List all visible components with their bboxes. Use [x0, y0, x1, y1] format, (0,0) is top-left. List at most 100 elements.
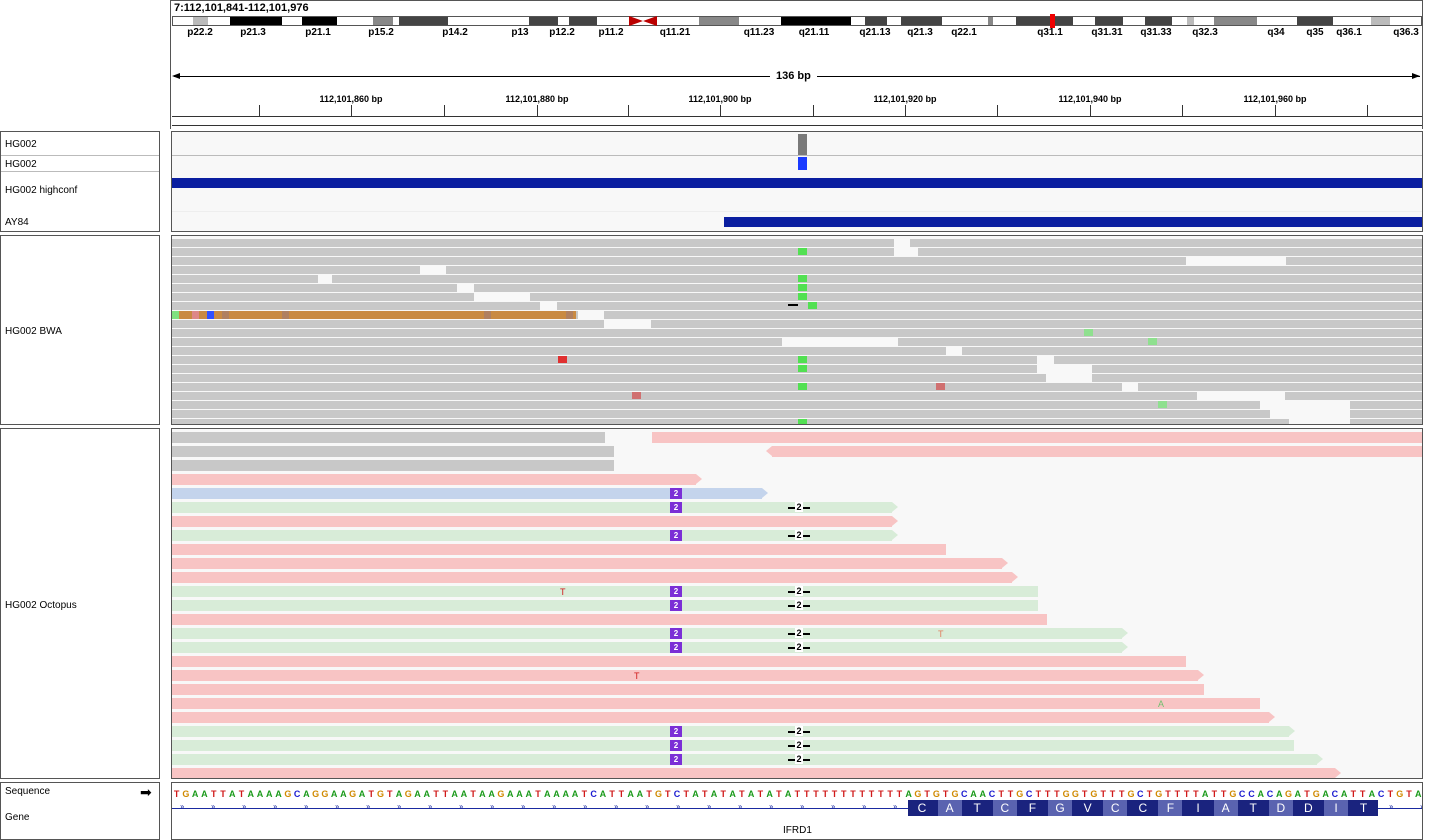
insertion-marker[interactable]: 2	[670, 502, 682, 513]
bwa-read[interactable]	[172, 338, 782, 346]
deletion-marker[interactable]: 2	[788, 754, 810, 765]
octopus-read[interactable]	[172, 600, 1038, 611]
bwa-read[interactable]	[172, 356, 1037, 364]
bwa-read[interactable]	[474, 284, 1422, 292]
mismatch[interactable]	[808, 302, 817, 309]
deletion-marker[interactable]: 2	[788, 586, 810, 597]
mismatch[interactable]	[936, 383, 945, 390]
bwa-read[interactable]	[1350, 401, 1422, 409]
soft-clipped-read[interactable]	[172, 311, 576, 319]
mismatch[interactable]	[798, 365, 807, 372]
bwa-read[interactable]	[1054, 356, 1422, 364]
octopus-alignment-panel[interactable]: 2 2 2 2 2 2 2 2 2 2 2 2 2 2 2 2 2 2 2 T T T A	[171, 428, 1423, 779]
octopus-read[interactable]	[172, 446, 614, 457]
bwa-read[interactable]	[172, 320, 604, 328]
mismatch[interactable]	[558, 356, 567, 363]
octopus-read[interactable]	[172, 502, 892, 513]
bwa-read[interactable]	[172, 257, 1186, 265]
octopus-read[interactable]	[172, 432, 605, 443]
bwa-read[interactable]	[1092, 365, 1422, 373]
octopus-read[interactable]	[172, 530, 892, 541]
insertion-marker[interactable]: 2	[670, 488, 682, 499]
octopus-read[interactable]	[172, 474, 696, 485]
octopus-read[interactable]	[172, 586, 1038, 597]
bwa-read[interactable]	[898, 338, 1422, 346]
octopus-read[interactable]	[172, 516, 892, 527]
deletion-marker[interactable]: 2	[788, 642, 810, 653]
track-name-ay84[interactable]: AY84	[5, 217, 29, 228]
variant-call-blue[interactable]	[798, 157, 807, 170]
bwa-read[interactable]	[172, 329, 836, 337]
mismatch-base[interactable]: T	[634, 671, 640, 681]
octopus-read[interactable]	[172, 544, 946, 555]
deletion-marker[interactable]: 2	[788, 628, 810, 639]
mismatch[interactable]	[1148, 338, 1157, 345]
octopus-read[interactable]	[172, 698, 1260, 709]
mismatch[interactable]	[798, 293, 807, 300]
mismatch[interactable]	[192, 311, 199, 319]
insertion-marker[interactable]: 2	[670, 754, 682, 765]
bwa-read[interactable]	[1350, 419, 1422, 424]
variant-call-gray[interactable]	[798, 134, 807, 155]
bwa-read[interactable]	[172, 248, 894, 256]
insertion-marker[interactable]: 2	[670, 586, 682, 597]
track-name-octopus[interactable]: HG002 Octopus	[5, 600, 77, 611]
bwa-read[interactable]	[172, 239, 894, 247]
bwa-read[interactable]	[172, 293, 474, 301]
deletion-marker[interactable]	[788, 304, 798, 306]
bwa-read[interactable]	[446, 266, 1422, 274]
track-name-variant2[interactable]: HG002	[5, 159, 37, 170]
chromosome-ideogram[interactable]	[172, 14, 1422, 28]
mismatch-base[interactable]: T	[560, 587, 566, 597]
octopus-read[interactable]	[172, 572, 1012, 583]
bwa-read[interactable]	[604, 311, 1422, 319]
octopus-read[interactable]	[172, 670, 1198, 681]
deletion-marker[interactable]: 2	[788, 530, 810, 541]
bwa-read[interactable]	[651, 320, 1422, 328]
octopus-read[interactable]	[652, 432, 1422, 443]
bwa-read[interactable]	[1285, 392, 1422, 400]
bwa-read[interactable]	[172, 266, 420, 274]
bwa-read[interactable]	[768, 329, 1422, 337]
insertion-marker[interactable]: 2	[670, 530, 682, 541]
deletion-marker[interactable]: 2	[788, 726, 810, 737]
bwa-read[interactable]	[910, 239, 1422, 247]
octopus-read[interactable]	[172, 642, 1122, 653]
gene-name[interactable]: IFRD1	[783, 825, 812, 836]
octopus-read[interactable]	[172, 768, 1335, 778]
insertion-marker[interactable]: 2	[670, 740, 682, 751]
bwa-read[interactable]	[172, 374, 1046, 382]
mismatch[interactable]	[798, 275, 807, 282]
current-region-marker[interactable]	[1050, 14, 1055, 28]
bwa-read[interactable]	[918, 248, 1422, 256]
bwa-read[interactable]	[332, 275, 1422, 283]
ay84-region[interactable]	[724, 217, 1422, 227]
mismatch[interactable]	[172, 311, 179, 319]
bwa-read[interactable]	[172, 302, 540, 310]
octopus-read[interactable]	[172, 684, 1204, 695]
highconf-region[interactable]	[172, 178, 1422, 188]
bwa-read[interactable]	[172, 365, 1037, 373]
mismatch[interactable]	[484, 311, 491, 319]
bwa-read[interactable]	[1350, 410, 1422, 418]
bwa-read[interactable]	[557, 302, 1422, 310]
bwa-read[interactable]	[1092, 374, 1422, 382]
octopus-read[interactable]	[172, 460, 614, 471]
variant-tracks-right[interactable]	[171, 131, 1423, 232]
bwa-read[interactable]	[1286, 257, 1422, 265]
insertion-marker[interactable]: 2	[670, 628, 682, 639]
mismatch[interactable]	[1158, 401, 1167, 408]
bwa-read[interactable]	[172, 392, 1197, 400]
octopus-read[interactable]	[172, 558, 1002, 569]
bwa-read[interactable]	[172, 284, 457, 292]
mismatch[interactable]	[798, 419, 807, 424]
mismatch[interactable]	[207, 311, 214, 319]
octopus-read[interactable]	[772, 446, 1422, 457]
mismatch[interactable]	[798, 356, 807, 363]
octopus-read[interactable]	[172, 712, 1269, 723]
bwa-read[interactable]	[172, 383, 1122, 391]
insertion-marker[interactable]: 2	[670, 642, 682, 653]
deletion-marker[interactable]: 2	[788, 600, 810, 611]
track-name-sequence[interactable]: Sequence	[5, 786, 50, 797]
bwa-read[interactable]	[172, 275, 318, 283]
